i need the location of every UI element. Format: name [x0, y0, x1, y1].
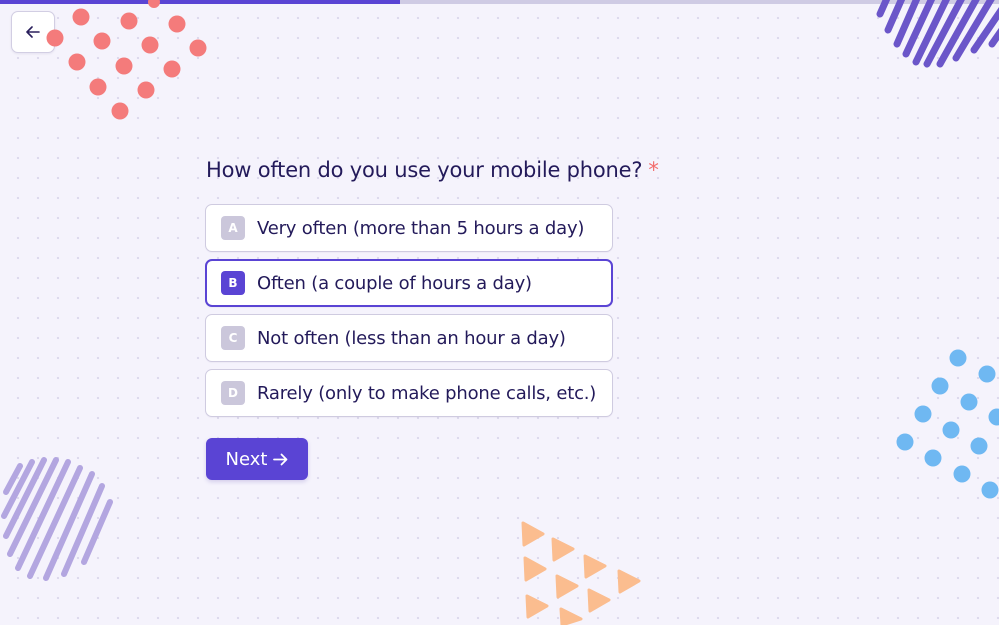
- next-button-label: Next: [225, 448, 268, 470]
- option-c[interactable]: C Not often (less than an hour a day): [205, 314, 613, 362]
- option-label: Very often (more than 5 hours a day): [257, 217, 585, 239]
- option-label: Rarely (only to make phone calls, etc.): [257, 382, 597, 404]
- option-b[interactable]: B Often (a couple of hours a day): [205, 259, 613, 307]
- purple-stripes-decoration: [876, 0, 999, 68]
- option-key-badge: D: [221, 381, 245, 405]
- answer-options: A Very often (more than 5 hours a day) B…: [205, 204, 613, 424]
- arrow-left-icon: [26, 26, 40, 38]
- option-a[interactable]: A Very often (more than 5 hours a day): [205, 204, 613, 252]
- blue-dots-decoration: [896, 349, 999, 499]
- option-label: Often (a couple of hours a day): [257, 272, 532, 294]
- question-text: How often do you use your mobile phone?: [206, 158, 643, 182]
- arrow-right-icon: [273, 453, 288, 465]
- red-dots-decoration: [46, 0, 207, 120]
- option-key-badge: B: [221, 271, 245, 295]
- option-key-badge: C: [221, 326, 245, 350]
- orange-triangles-decoration: [521, 521, 641, 625]
- lavender-stripes-decoration: [1, 457, 113, 581]
- next-button[interactable]: Next: [206, 438, 308, 480]
- required-marker: *: [648, 158, 659, 182]
- option-label: Not often (less than an hour a day): [257, 327, 566, 349]
- option-d[interactable]: D Rarely (only to make phone calls, etc.…: [205, 369, 613, 417]
- question-title: How often do you use your mobile phone? *: [206, 158, 659, 182]
- option-key-badge: A: [221, 216, 245, 240]
